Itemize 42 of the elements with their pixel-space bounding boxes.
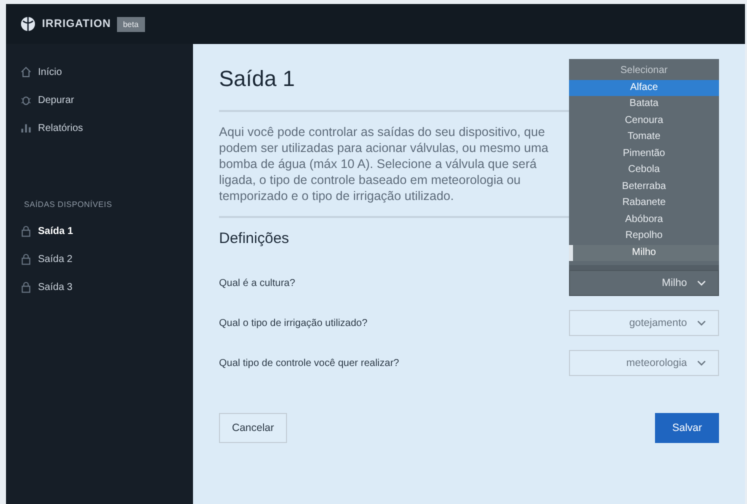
field-label: Qual o tipo de irrigação utilizado? <box>219 318 368 328</box>
dropdown-option[interactable]: Alface <box>569 80 719 96</box>
bar-chart-icon <box>20 122 32 134</box>
save-button[interactable]: Salvar <box>655 413 719 443</box>
caret-icon <box>697 320 706 326</box>
sidebar-item[interactable]: Saída 2 <box>6 245 86 273</box>
page-title: Saída 1 <box>219 66 295 92</box>
dropdown-option[interactable]: Cenoura <box>569 112 719 129</box>
dropdown-option[interactable]: Pimentão <box>569 146 719 162</box>
brand-name: IRRIGATION <box>42 18 111 30</box>
lock-icon <box>20 253 32 265</box>
caret-icon <box>697 280 706 286</box>
sidebar-item[interactable]: Depurar <box>6 86 88 114</box>
lock-icon <box>20 281 32 293</box>
dropdown-option: Selecionar <box>569 63 719 80</box>
home-icon <box>20 66 32 78</box>
sidebar-item[interactable]: Saída 1 <box>6 217 88 245</box>
select-field[interactable]: Milho <box>569 270 719 296</box>
dropdown-option[interactable]: Tomate <box>569 129 719 146</box>
section-title: Definições <box>219 230 290 247</box>
version-badge: beta <box>116 16 145 32</box>
cancel-button[interactable]: Cancelar <box>219 413 288 443</box>
dropdown-option[interactable]: Batata <box>569 96 719 112</box>
select-field[interactable]: meteorologia <box>569 350 719 376</box>
dropdown-option[interactable]: Beterraba <box>569 178 719 195</box>
dropdown-option[interactable]: Cebola <box>569 162 719 178</box>
dropdown-option[interactable]: Abóbora <box>569 212 719 228</box>
select-field[interactable]: gotejamento <box>569 310 719 336</box>
field-label: Qual tipo de controle você quer realizar? <box>219 358 400 368</box>
dropdown-option[interactable]: Milho <box>569 244 719 261</box>
description-text: Aqui você pode controlar as saídas do seu dispositivo, que podem ser utilizadas para acionar válvulas, ou mesmo uma bomba de água (máx 10 A). Selecione a válvula que será ligada, o tipo de controle baseado em meteorologia ou temporizado e o tipo de irrigação utilizado. <box>219 124 549 204</box>
lock-icon <box>20 225 32 237</box>
dropdown-option[interactable]: Repolho <box>569 228 719 244</box>
bug-icon <box>20 94 32 106</box>
section-heading: SAÍDAS DISPONÍVEIS <box>24 200 114 209</box>
field-label: Qual é a cultura? <box>219 278 296 288</box>
caret-icon <box>697 360 706 366</box>
sidebar-item[interactable]: Relatórios <box>6 114 98 142</box>
globe-icon <box>20 16 36 32</box>
sidebar-item[interactable]: Saída 3 <box>6 273 86 301</box>
dropdown-option[interactable]: Rabanete <box>569 195 719 212</box>
sidebar-item[interactable]: Início <box>6 58 76 86</box>
